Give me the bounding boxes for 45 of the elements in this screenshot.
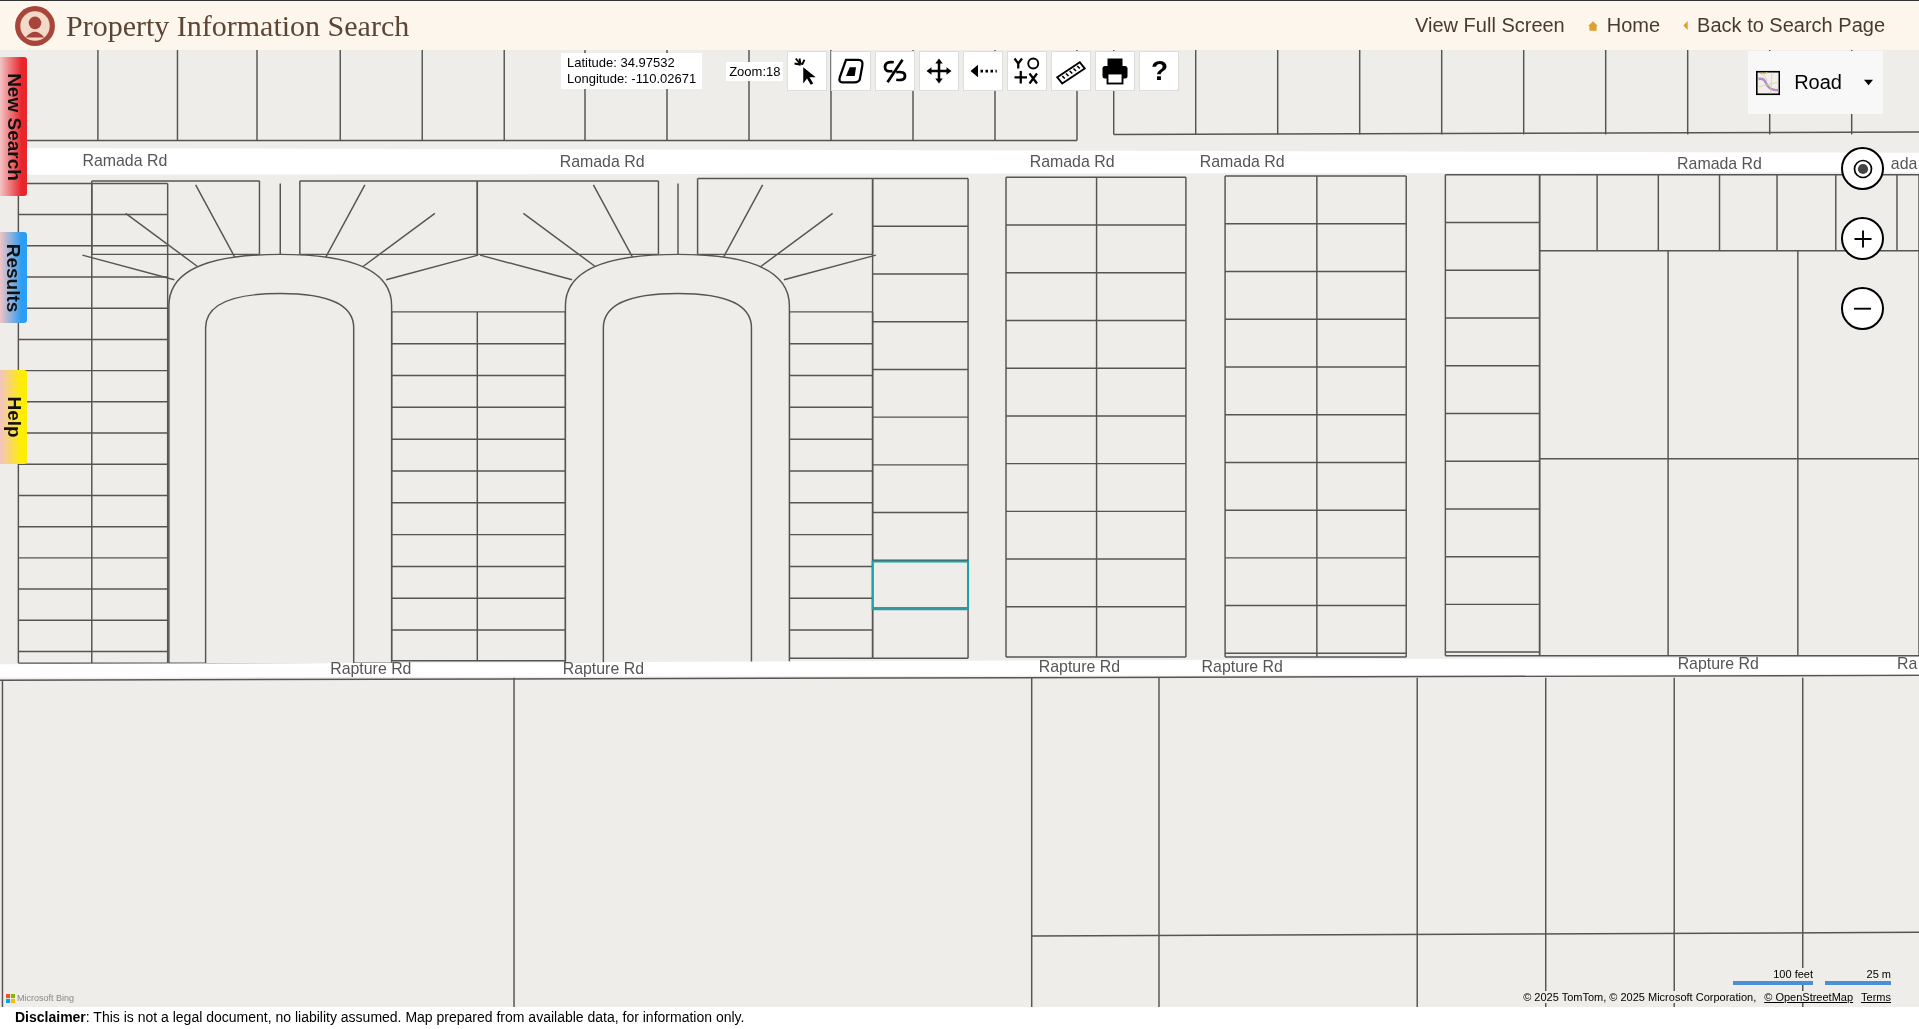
attribution-link[interactable]: © OpenStreetMap — [1764, 991, 1854, 1003]
attribution-link[interactable]: Terms — [1861, 991, 1891, 1003]
scale-bar: 100 feet — [1733, 968, 1813, 985]
header-link[interactable]: Back to Search Page — [1697, 14, 1885, 37]
latitude-text: Latitude: 34.97532 — [567, 55, 676, 71]
four-squares-logo-icon — [6, 993, 15, 1003]
tool-button[interactable] — [875, 51, 916, 91]
road-label: ada — [1890, 154, 1918, 172]
longitude-text: Longitude: -110.02671 — [567, 71, 697, 87]
road-label: Rapture Rd — [1677, 655, 1759, 673]
caret-left-icon — [1682, 20, 1690, 31]
road-label: Ramada Rd — [1677, 154, 1762, 172]
tool-button[interactable] — [787, 51, 828, 91]
road-label: Rapture Rd — [330, 660, 412, 678]
tool-button[interactable] — [831, 51, 872, 91]
road-label: Ra — [1896, 655, 1918, 673]
provider-logo-text: Microsoft Bing — [17, 993, 75, 1003]
page-title: Property Information Search — [66, 8, 410, 43]
tool-button[interactable] — [1095, 51, 1136, 91]
tool-button[interactable] — [963, 51, 1004, 91]
tool-button[interactable] — [1007, 51, 1048, 91]
caret-down-icon — [1863, 79, 1873, 86]
attribution-text: © 2025 TomTom, © 2025 Microsoft Corporation, — [1523, 991, 1757, 1003]
road-label: Rapture Rd — [1038, 657, 1121, 675]
road-label: Ramada Rd — [1029, 153, 1115, 171]
help-button[interactable]: ? — [1139, 51, 1180, 91]
road-label: Rapture Rd — [1201, 657, 1283, 675]
shape-icon — [836, 56, 867, 86]
house-icon — [1586, 19, 1599, 32]
printer-icon — [1100, 56, 1131, 86]
road-label: Ramada Rd — [82, 152, 168, 170]
map-style-dropdown[interactable]: Road — [1748, 51, 1883, 114]
header-link[interactable]: Home — [1606, 14, 1661, 37]
road-label: Rapture Rd — [562, 660, 644, 678]
side-tab[interactable]: New Search — [0, 57, 27, 196]
road-label: Ramada Rd — [1199, 153, 1285, 171]
scale-bar: 25 m — [1825, 968, 1891, 985]
tool-button[interactable] — [919, 51, 960, 91]
side-tab[interactable]: Results — [0, 232, 27, 323]
disclaimer-text: Disclaimer: This is not a legal document, no liability assumed. Map prepared from available data, for information only. — [15, 1009, 745, 1025]
tool-button[interactable] — [1051, 51, 1092, 91]
road-label: Ramada Rd — [559, 153, 645, 171]
header-link[interactable]: View Full Screen — [1415, 14, 1565, 37]
side-tab[interactable]: Help — [0, 370, 27, 464]
minus-icon — [1854, 306, 1871, 311]
